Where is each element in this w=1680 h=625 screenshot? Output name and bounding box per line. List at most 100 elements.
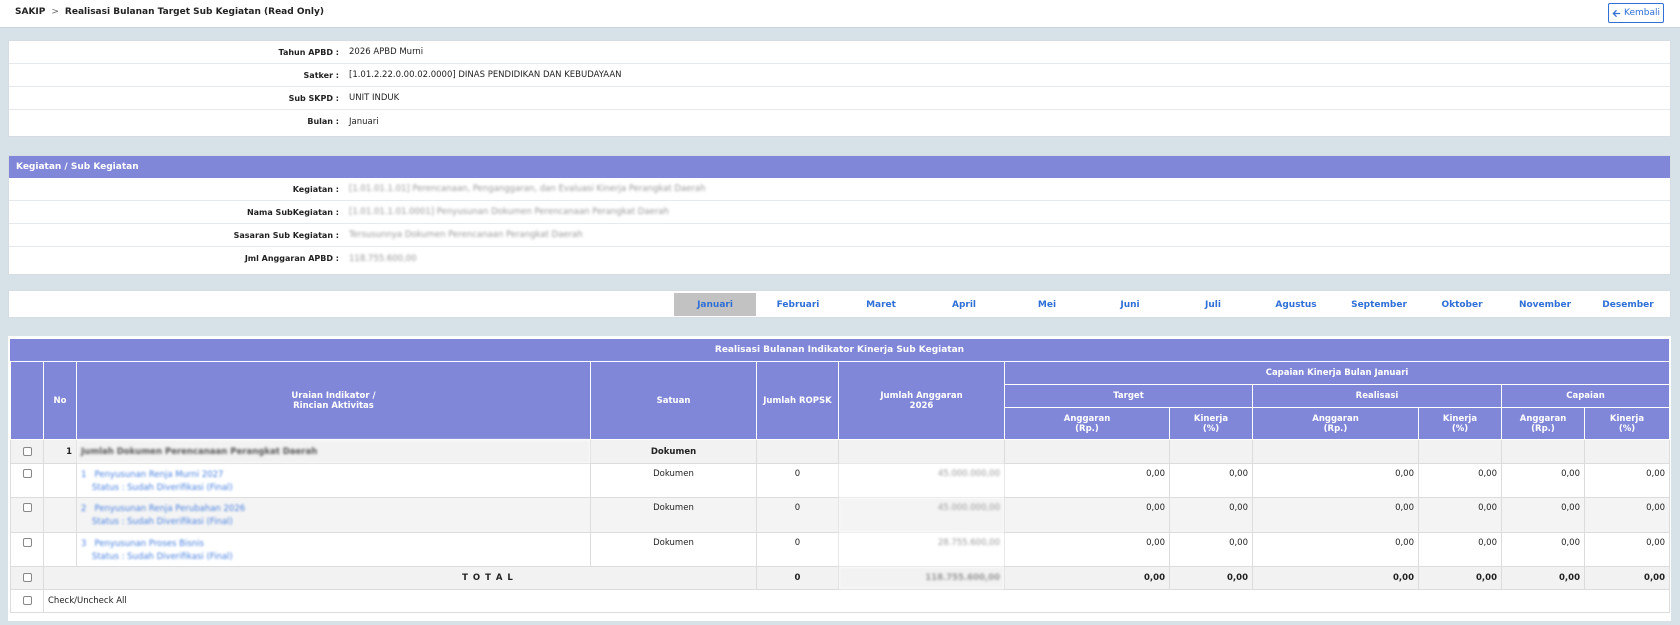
row-status: Status : Sudah Diverifikasi (Final) xyxy=(91,483,233,493)
header-uraian: Uraian Indikator / Rincian Aktivitas xyxy=(76,361,591,440)
group-satuan: Dokumen xyxy=(590,439,757,464)
row-capaian-kinerja: 0,00 xyxy=(1583,532,1671,567)
row-capaian-kinerja: 0,00 xyxy=(1583,463,1671,498)
row-idx: 3 xyxy=(81,539,87,549)
breadcrumb-root[interactable]: SAKIP xyxy=(15,7,45,17)
row-target-kinerja: 0,00 xyxy=(1169,497,1253,533)
group-no: 1 xyxy=(43,439,77,464)
info-row-sasaran: Sasaran Sub Kegiatan : Tersusunnya Dokum… xyxy=(9,224,1670,247)
total-label: T O T A L xyxy=(43,566,757,590)
back-button[interactable]: Kembali xyxy=(1608,3,1664,23)
tab-juli[interactable]: Juli xyxy=(1172,293,1254,316)
row-realisasi-anggaran: 0,00 xyxy=(1252,532,1419,567)
row-activity-link[interactable]: 3 Penyusunan Proses Bisnis Status : Suda… xyxy=(81,538,586,564)
tab-april[interactable]: April xyxy=(923,293,1005,316)
tahun-value: 2026 APBD Murni xyxy=(349,47,424,57)
info-row-satker: Satker : [1.01.2.22.0.00.02.0000] DINAS … xyxy=(9,64,1670,87)
header-realisasi-kinerja-l2: (%) xyxy=(1451,423,1469,434)
row-satuan: Dokumen xyxy=(590,463,757,498)
row-ropsk: 0 xyxy=(756,532,839,567)
tab-agustus[interactable]: Agustus xyxy=(1255,293,1337,316)
header-realisasi: Realisasi xyxy=(1252,384,1502,408)
header-anggaran-line1: Jumlah Anggaran xyxy=(880,390,963,401)
row-checkbox[interactable] xyxy=(22,446,32,456)
row-status: Status : Sudah Diverifikasi (Final) xyxy=(91,517,233,527)
row-target-kinerja: 0,00 xyxy=(1169,532,1253,567)
row-realisasi-anggaran: 0,00 xyxy=(1252,463,1419,498)
row-anggaran: 45.000.000,00 xyxy=(838,497,1005,533)
total-anggaran: 118.755.600,00 xyxy=(838,566,1005,590)
tab-september[interactable]: September xyxy=(1338,293,1420,316)
header-capaian-group: Capaian Kinerja Bulan Januari xyxy=(1003,361,1671,385)
info-row-anggaran: Jml Anggaran APBD : 118.755.600,00 xyxy=(9,247,1670,270)
bulan-value: Januari xyxy=(349,116,379,127)
header-target: Target xyxy=(1004,384,1253,408)
header-satuan: Satuan xyxy=(590,361,757,440)
row-activity-link[interactable]: 2 Penyusunan Renja Perubahan 2026 Status… xyxy=(81,503,586,529)
tab-januari[interactable]: Januari xyxy=(674,293,756,316)
row-anggaran: 45.000.000,00 xyxy=(838,463,1005,498)
subskpd-value: UNIT INDUK xyxy=(349,93,400,103)
table-title: Realisasi Bulanan Indikator Kinerja Sub … xyxy=(10,339,1669,361)
kegiatan-value: [1.01.01.1.01] Perencanaan, Penganggaran… xyxy=(349,184,706,194)
header-capaian: Capaian xyxy=(1500,384,1671,408)
total-capaian-kinerja: 0,00 xyxy=(1583,566,1671,590)
bulan-label: Bulan : xyxy=(307,117,339,126)
row-satuan: Dokumen xyxy=(590,532,757,567)
row-target-anggaran: 0,00 xyxy=(1004,497,1170,533)
kegiatan-label: Kegiatan : xyxy=(292,184,339,194)
header-target-kinerja-l1: Kinerja xyxy=(1193,413,1229,424)
info-row-subskpd: Sub SKPD : UNIT INDUK xyxy=(9,87,1670,110)
row-checkbox[interactable] xyxy=(22,538,32,547)
arrow-left-icon xyxy=(1612,9,1621,17)
row-checkbox[interactable] xyxy=(22,469,32,478)
tab-mei[interactable]: Mei xyxy=(1006,293,1088,316)
sasaran-label: Sasaran Sub Kegiatan : xyxy=(233,230,339,240)
table-row: 3 Penyusunan Proses Bisnis Status : Suda… xyxy=(10,532,1671,567)
info-row-kegiatan: Kegiatan : [1.01.01.1.01] Perencanaan, P… xyxy=(9,178,1670,201)
tab-desember[interactable]: Desember xyxy=(1587,293,1669,316)
subskpd-label: Sub SKPD : xyxy=(288,93,339,103)
check-all-cell xyxy=(10,589,44,613)
row-target-anggaran: 0,00 xyxy=(1004,532,1170,567)
row-ropsk: 0 xyxy=(756,463,839,498)
satker-label: Satker : xyxy=(303,70,339,80)
tab-februari[interactable]: Februari xyxy=(757,293,839,316)
row-capaian-anggaran: 0,00 xyxy=(1501,532,1585,567)
row-checkbox-cell xyxy=(10,532,44,567)
total-ropsk: 0 xyxy=(756,566,839,590)
info-panel: Tahun APBD : 2026 APBD Murni Satker : [1… xyxy=(8,40,1671,137)
row-checkbox-cell xyxy=(10,497,44,533)
top-bar: SAKIP > Realisasi Bulanan Target Sub Kegia… xyxy=(0,0,1680,28)
header-capaian-kinerja-l2: (%) xyxy=(1618,423,1636,434)
check-all-checkbox[interactable] xyxy=(22,596,32,605)
tab-juni[interactable]: Juni xyxy=(1089,293,1171,316)
tab-november[interactable]: November xyxy=(1504,293,1586,316)
breadcrumb-current: Realisasi Bulanan Target Sub Kegiatan (R… xyxy=(64,7,324,17)
subkegiatan-label: Nama SubKegiatan : xyxy=(246,207,339,217)
header-capaian-anggaran-l1: Anggaran xyxy=(1519,413,1567,424)
row-capaian-kinerja: 0,00 xyxy=(1583,497,1671,533)
total-realisasi-anggaran: 0,00 xyxy=(1252,566,1419,590)
row-uraian: 2 Penyusunan Renja Perubahan 2026 Status… xyxy=(76,497,591,533)
row-capaian-anggaran: 0,00 xyxy=(1501,463,1585,498)
header-uraian-line2: Rincian Aktivitas xyxy=(293,400,374,411)
row-activity-link[interactable]: 1 Penyusunan Renja Murni 2027 Status : S… xyxy=(81,469,586,495)
row-checkbox[interactable] xyxy=(22,573,32,582)
total-capaian-anggaran: 0,00 xyxy=(1501,566,1585,590)
check-all-label[interactable]: Check/Uncheck All xyxy=(42,589,1671,613)
row-checkbox[interactable] xyxy=(22,503,32,512)
header-realisasi-anggaran-l2: (Rp.) xyxy=(1323,423,1348,434)
header-realisasi-anggaran-l1: Anggaran xyxy=(1312,413,1359,424)
group-uraian: Jumlah Dokumen Perencanaan Perangkat Dae… xyxy=(76,439,591,464)
tab-oktober[interactable]: Oktober xyxy=(1421,293,1503,316)
row-ropsk: 0 xyxy=(756,497,839,533)
tab-maret[interactable]: Maret xyxy=(840,293,922,316)
row-title: Penyusunan Proses Bisnis xyxy=(94,539,204,549)
row-realisasi-kinerja: 0,00 xyxy=(1418,497,1502,533)
row-idx: 2 xyxy=(81,504,87,514)
info-row-tahun: Tahun APBD : 2026 APBD Murni xyxy=(9,41,1670,64)
row-status: Status : Sudah Diverifikasi (Final) xyxy=(91,552,233,562)
header-capaian-kinerja-l1: Kinerja xyxy=(1609,413,1645,424)
row-title: Penyusunan Renja Murni 2027 xyxy=(94,470,224,480)
